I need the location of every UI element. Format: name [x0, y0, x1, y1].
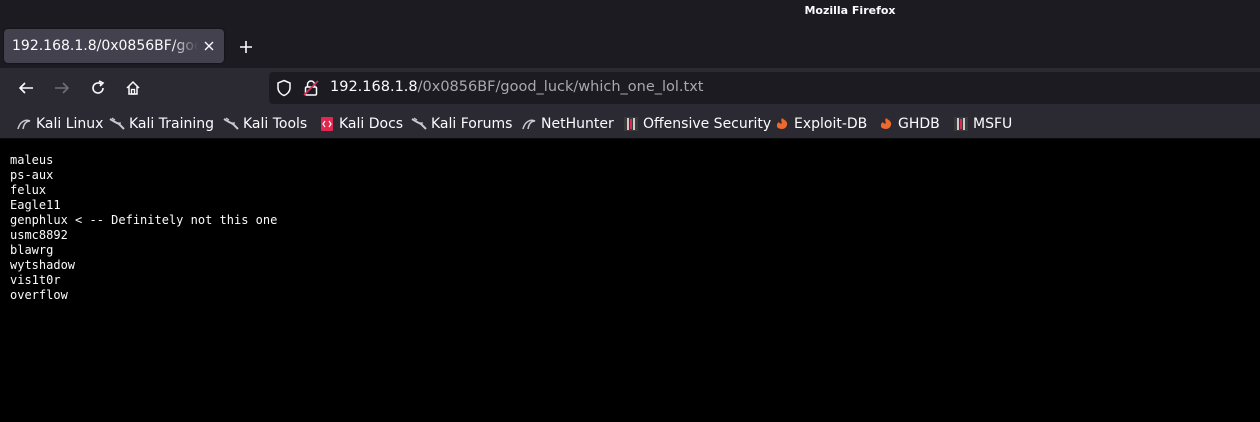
exploitdb-icon — [880, 118, 892, 129]
bookmark-label: GHDB — [898, 116, 940, 132]
bookmark-kali-tools[interactable]: Kali Tools — [223, 115, 307, 133]
arrow-left-icon — [18, 82, 33, 94]
reload-button[interactable] — [84, 74, 112, 102]
exploitdb-icon — [776, 118, 788, 129]
plus-icon — [240, 41, 252, 53]
url-path: /0x0856BF/good_luck/which_one_lol.txt — [417, 79, 704, 95]
kali-dragon-icon — [17, 119, 31, 130]
bookmark-kali-training[interactable]: Kali Training — [109, 115, 214, 133]
offsec-icon — [954, 117, 968, 131]
bookmark-label: Kali Training — [129, 116, 214, 132]
file-line: overflow — [10, 288, 68, 302]
bookmark-label: Exploit-DB — [794, 116, 868, 132]
bookmark-label: Kali Tools — [243, 116, 308, 132]
file-line: Eagle11 — [10, 198, 61, 212]
new-tab-button[interactable] — [234, 36, 258, 58]
kali-dragon-icon — [109, 117, 125, 130]
bookmark-kali-forums[interactable]: Kali Forums — [411, 115, 512, 133]
kali-dragon-icon — [522, 119, 536, 130]
navigation-toolbar: 192.168.1.8/0x0856BF/good_luck/which_one… — [0, 68, 1260, 108]
file-line: usmc8892 — [10, 228, 68, 242]
bookmark-kali-linux[interactable]: Kali Linux — [16, 115, 103, 133]
tab-title: 192.168.1.8/0x0856BF/good_luck/which_one… — [12, 38, 198, 54]
url-host: 192.168.1.8 — [330, 79, 418, 95]
bookmark-label: NetHunter — [541, 116, 614, 132]
url-bar[interactable]: 192.168.1.8/0x0856BF/good_luck/which_one… — [269, 72, 1260, 104]
file-line: maleus — [10, 153, 54, 167]
tab-active[interactable]: 192.168.1.8/0x0856BF/good_luck/which_one… — [4, 29, 224, 63]
file-line: ps-aux — [10, 168, 54, 182]
tab-strip: 192.168.1.8/0x0856BF/good_luck/which_one… — [0, 24, 1260, 68]
forward-button[interactable] — [48, 74, 76, 102]
bookmarks-toolbar: Kali Linux Kali Training Kali Tools Kali… — [0, 108, 1260, 139]
bookmark-offensive-security[interactable]: Offensive Security — [623, 115, 771, 133]
window-title: Mozilla Firefox — [804, 4, 896, 17]
bookmark-ghdb[interactable]: GHDB — [878, 115, 940, 133]
file-line: vis1t0r — [10, 273, 61, 287]
kali-dragon-icon — [223, 117, 239, 130]
window-title-bar: Mozilla Firefox — [0, 0, 1260, 24]
back-button[interactable] — [12, 74, 40, 102]
kali-docs-icon — [321, 117, 333, 131]
bookmark-label: MSFU — [973, 116, 1013, 132]
bookmark-label: Kali Forums — [431, 116, 513, 132]
reload-icon — [92, 80, 105, 94]
file-line: felux — [10, 183, 47, 197]
url-text[interactable]: 192.168.1.8/0x0856BF/good_luck/which_one… — [330, 79, 704, 95]
close-icon[interactable] — [200, 37, 218, 55]
arrow-right-icon — [55, 82, 70, 94]
shield-icon[interactable] — [275, 79, 293, 97]
file-line: blawrg — [10, 243, 54, 257]
bookmark-msfu[interactable]: MSFU — [953, 115, 1012, 133]
home-button[interactable] — [119, 74, 147, 102]
bookmark-label: Kali Docs — [339, 116, 404, 132]
bookmark-label: Offensive Security — [643, 116, 772, 132]
text-file-content: maleus ps-aux felux Eagle11 genphlux < -- De… — [10, 153, 277, 303]
file-line: genphlux < -- Definitely not this one — [10, 213, 278, 227]
bookmark-kali-docs[interactable]: Kali Docs — [319, 115, 403, 133]
kali-dragon-icon — [411, 117, 427, 130]
offsec-icon — [624, 117, 638, 131]
file-line: wytshadow — [10, 258, 76, 272]
bookmark-exploit-db[interactable]: Exploit-DB — [774, 115, 867, 133]
home-icon — [126, 80, 140, 95]
bookmark-label: Kali Linux — [36, 116, 104, 132]
page-content: maleus ps-aux felux Eagle11 genphlux < -- De… — [0, 139, 1260, 422]
insecure-lock-icon[interactable] — [302, 79, 320, 97]
bookmark-nethunter[interactable]: NetHunter — [521, 115, 614, 133]
